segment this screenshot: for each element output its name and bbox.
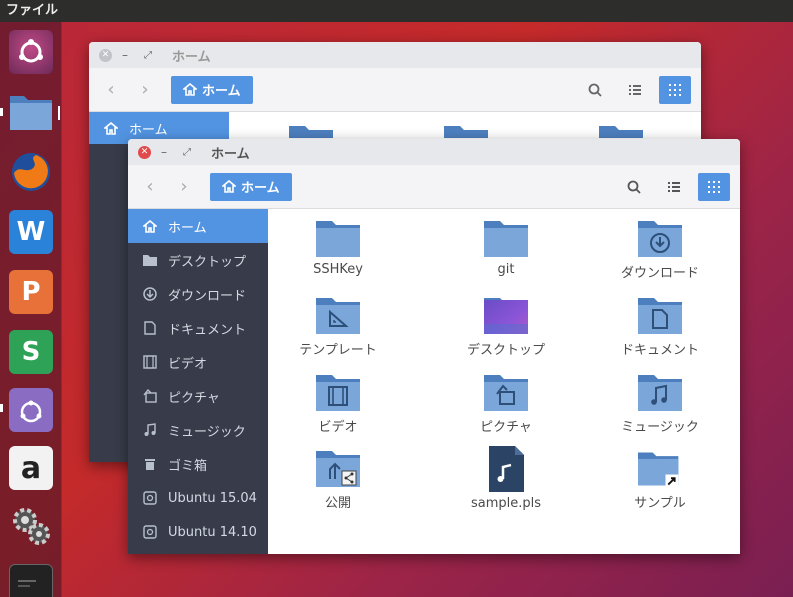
folder-documents-icon [638,298,682,334]
writer-icon[interactable]: W [9,210,53,254]
sidebar-item-ubuntu-1410[interactable]: Ubuntu 14.10 [128,515,268,549]
close-button[interactable]: ✕ [138,145,151,159]
impress-icon[interactable]: P [9,270,53,314]
file-grid: SSHKey git ダウンロード テンプレート デスクトップ ドキュメント ビ… [268,209,740,554]
system-settings-icon[interactable] [9,504,53,548]
files-icon[interactable] [9,90,53,134]
trash-icon [145,459,155,470]
sidebar-item-pictures[interactable]: ピクチャ [128,379,268,413]
path-home-button[interactable]: ホーム [210,172,292,201]
sidebar-item-music[interactable]: ミュージック [128,413,268,447]
back-nav-forward-icon[interactable]: › [133,79,157,100]
file-item-sample-pls[interactable]: sample.pls [436,445,576,511]
file-item-git[interactable]: git [436,219,576,277]
launcher-running-pip [0,108,3,116]
back-maximize-button[interactable]: ⤢ [144,50,152,61]
folder-icon [143,255,157,266]
drive-icon [143,491,157,505]
back-toolbar: ‹ › ホーム [89,68,701,112]
folder-icon [599,126,643,138]
folder-templates-icon [316,298,360,334]
back-nav-back-icon[interactable]: ‹ [99,79,123,100]
file-item-documents[interactable]: ドキュメント [590,296,730,358]
back-grid-view-icon[interactable] [659,75,691,104]
home-icon [143,219,157,233]
sidebar-item-ubuntu-1504[interactable]: Ubuntu 15.04 [128,481,268,515]
sidebar-item-home[interactable]: ホーム [128,209,268,243]
back-search-icon[interactable] [579,76,611,104]
back-window-titlebar[interactable]: ✕ – ⤢ ホーム [89,42,701,68]
home-icon [104,121,118,135]
file-item-desktop[interactable]: デスクトップ [436,296,576,358]
music-icon [144,423,156,436]
nav-forward-icon[interactable]: › [172,176,196,197]
maximize-button[interactable]: ⤢ [183,147,191,158]
back-close-button[interactable]: ✕ [99,48,112,62]
folder-icon [289,126,333,138]
file-item-music[interactable]: ミュージック [590,373,730,435]
folder-music-icon [638,375,682,411]
grid-view-icon[interactable] [698,172,730,201]
menu-file[interactable]: ファイル [6,3,58,18]
minimize-button[interactable]: – [161,145,169,159]
back-list-view-icon[interactable] [619,76,651,104]
back-path-home-button[interactable]: ホーム [171,75,253,104]
folder-icon [444,126,488,138]
front-window-titlebar[interactable]: ✕ – ⤢ ホーム [128,139,740,165]
file-item-videos[interactable]: ビデオ [268,373,408,435]
video-icon [143,355,157,369]
amazon-icon[interactable]: a [9,446,53,490]
file-item-downloads[interactable]: ダウンロード [590,219,730,281]
launcher-running-pip-2 [0,404,3,412]
sidebar-item-desktop[interactable]: デスクトップ [128,243,268,277]
nav-back-icon[interactable]: ‹ [138,176,162,197]
software-center-icon[interactable] [9,388,53,432]
toolbar: ‹ › ホーム [128,165,740,209]
file-item-public[interactable]: 公開 [268,449,408,511]
back-minimize-button[interactable]: – [122,48,130,62]
document-icon [144,321,156,335]
search-icon[interactable] [618,173,650,201]
sidebar-item-trash[interactable]: ゴミ箱 [128,447,268,481]
file-item-sample-link[interactable]: サンプル [590,449,730,511]
picture-icon [143,389,157,403]
folder-pictures-icon [484,375,528,411]
folder-video-icon [316,375,360,411]
calc-icon[interactable]: S [9,330,53,374]
launcher: W P S a [0,22,62,597]
sidebar-item-downloads[interactable]: ダウンロード [128,277,268,311]
audio-playlist-icon [489,446,524,492]
back-window-title: ホーム [172,49,211,65]
download-icon [143,287,157,301]
file-item-sshkey[interactable]: SSHKey [268,219,408,277]
home-icon [222,180,236,193]
launcher-focus-pip [58,106,60,120]
file-item-templates[interactable]: テンプレート [268,296,408,358]
home-icon [183,83,197,96]
sidebar-item-videos[interactable]: ビデオ [128,345,268,379]
sidebar: ホーム デスクトップ ダウンロード ドキュメント ビデオ ピクチャ ミュージック [128,209,268,554]
list-view-icon[interactable] [658,173,690,201]
file-item-pictures[interactable]: ピクチャ [436,373,576,435]
folder-icon [484,221,528,257]
window-title: ホーム [211,146,250,162]
drive-icon [143,525,157,539]
folder-public-icon [316,451,360,487]
front-window[interactable]: ✕ – ⤢ ホーム ‹ › ホーム ホーム デスクトップ ダウンロード ドキュメ… [128,139,740,554]
terminal-icon[interactable] [9,564,53,597]
folder-download-icon [638,221,682,257]
folder-desktop-icon [484,298,528,334]
folder-icon [316,221,360,257]
top-panel: ファイル [0,0,793,22]
ubuntu-dash-icon[interactable] [9,30,53,74]
folder-link-icon [638,452,679,488]
sidebar-item-documents[interactable]: ドキュメント [128,311,268,345]
firefox-icon[interactable] [9,150,53,194]
